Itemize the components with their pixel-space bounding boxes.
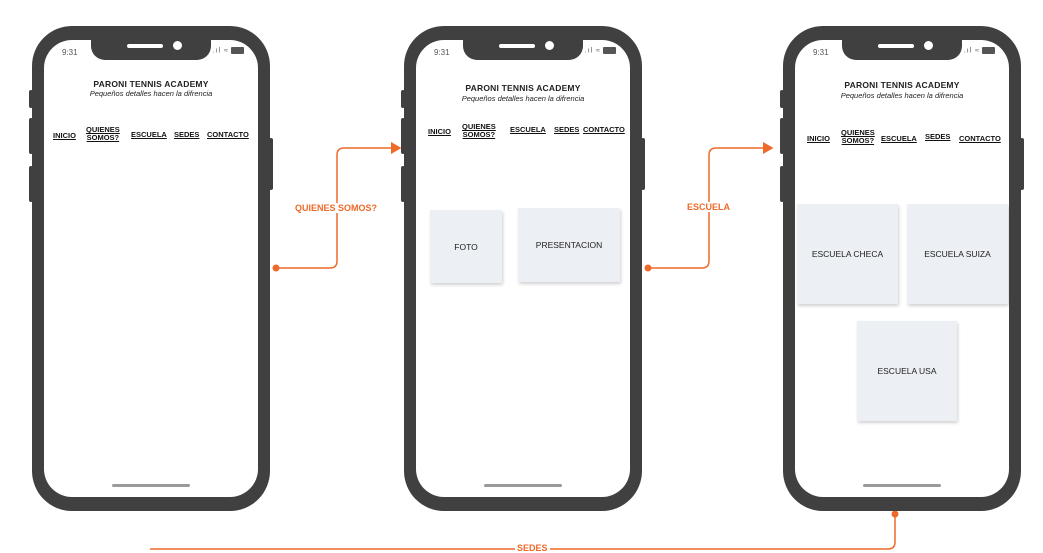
phone-frame-3: 9:31 .ıl ≈ PARONI TENNIS ACADEMY Pequeño… (780, 26, 1024, 511)
battery-icon (231, 47, 244, 54)
phone-screen-1: 9:31 .ıl ≈ PARONI TENNIS ACADEMY Pequeño… (44, 40, 258, 497)
nav-contacto[interactable]: CONTACTO (207, 131, 249, 139)
nav-inicio[interactable]: INICIO (807, 135, 830, 143)
nav-inicio[interactable]: INICIO (53, 132, 76, 140)
camera-icon (924, 41, 933, 50)
nav-quienes-line2: SOMOS? (462, 130, 496, 139)
status-icons: .ıl ≈ (585, 47, 616, 54)
wifi-icon: ≈ (975, 47, 980, 55)
nav-quienes-line2: SOMOS? (86, 133, 120, 142)
nav-inicio[interactable]: INICIO (428, 128, 451, 136)
page-subtitle: Pequeños detalles hacen la difrencia (840, 91, 964, 100)
signal-icon: .ıl (584, 47, 594, 55)
nav-sedes[interactable]: SEDES (554, 126, 579, 134)
page-subtitle: Pequeños detalles hacen la difrencia (89, 89, 213, 98)
battery-icon (603, 47, 616, 54)
signal-icon: .ıl (212, 47, 222, 55)
wifi-icon: ≈ (224, 47, 229, 55)
nav-sedes[interactable]: SEDES (925, 133, 950, 141)
notch (842, 40, 962, 60)
status-icons: .ıl ≈ (213, 47, 244, 54)
status-icons: .ıl ≈ (964, 47, 995, 54)
phone-frame-1: 9:31 .ıl ≈ PARONI TENNIS ACADEMY Pequeño… (29, 26, 273, 511)
home-indicator (484, 484, 562, 487)
nav-contacto[interactable]: CONTACTO (959, 135, 1001, 143)
status-time: 9:31 (62, 48, 78, 57)
camera-icon (173, 41, 182, 50)
phone-screen-3: 9:31 .ıl ≈ PARONI TENNIS ACADEMY Pequeño… (795, 40, 1009, 497)
nav-quienes-somos[interactable]: QUIENES SOMOS? (841, 129, 875, 145)
page-title: PARONI TENNIS ACADEMY (465, 83, 581, 93)
page-title: PARONI TENNIS ACADEMY (844, 80, 960, 90)
nav-escuela[interactable]: ESCUELA (510, 126, 546, 134)
signal-icon: .ıl (963, 47, 973, 55)
camera-icon (545, 41, 554, 50)
nav-quienes-line2: SOMOS? (841, 136, 875, 145)
phone-frame-2: 9:31 .ıl ≈ PARONI TENNIS ACADEMY Pequeño… (401, 26, 645, 511)
nav-escuela[interactable]: ESCUELA (131, 131, 167, 139)
home-indicator (863, 484, 941, 487)
card-escuela-suiza[interactable]: ESCUELA SUIZA (907, 204, 1008, 304)
card-foto[interactable]: FOTO (430, 210, 502, 283)
notch (463, 40, 583, 60)
card-escuela-checa[interactable]: ESCUELA CHECA (797, 204, 898, 304)
wifi-icon: ≈ (596, 47, 601, 55)
card-presentacion[interactable]: PRESENTACION (518, 208, 620, 282)
page-title: PARONI TENNIS ACADEMY (93, 79, 209, 89)
nav-sedes[interactable]: SEDES (174, 131, 199, 139)
status-time: 9:31 (813, 48, 829, 57)
nav-quienes-somos[interactable]: QUIENES SOMOS? (86, 126, 120, 142)
nav-contacto[interactable]: CONTACTO (583, 126, 625, 134)
home-indicator (112, 484, 190, 487)
nav-quienes-somos[interactable]: QUIENES SOMOS? (462, 123, 496, 139)
status-time: 9:31 (434, 48, 450, 57)
connector-label-escuela: ESCUELA (685, 202, 733, 212)
phone-screen-2: 9:31 .ıl ≈ PARONI TENNIS ACADEMY Pequeño… (416, 40, 630, 497)
page-subtitle: Pequeños detalles hacen la difrencia (461, 94, 585, 103)
battery-icon (982, 47, 995, 54)
connector-label-quienes-somos: QUIENES SOMOS? (293, 203, 380, 213)
notch (91, 40, 211, 60)
card-escuela-usa[interactable]: ESCUELA USA (857, 321, 957, 421)
nav-escuela[interactable]: ESCUELA (881, 135, 917, 143)
